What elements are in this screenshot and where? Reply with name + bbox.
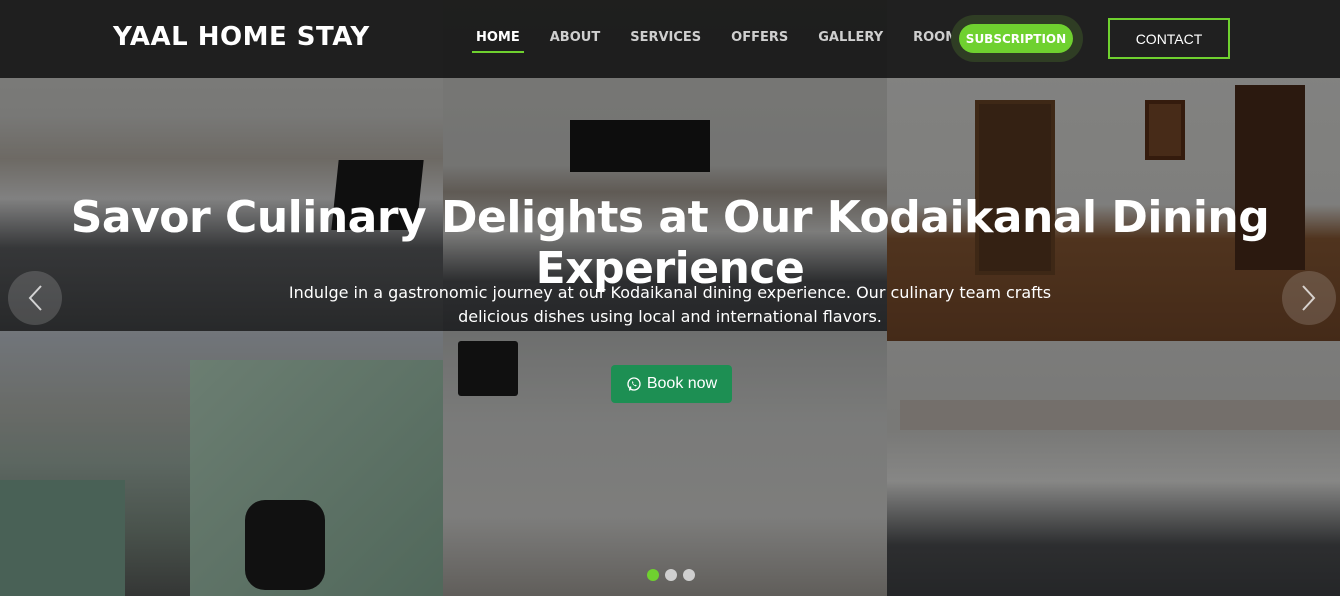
carousel-indicators	[647, 569, 695, 581]
nav-links: HOME ABOUT SERVICES OFFERS GALLERY ROOMS	[466, 28, 988, 53]
book-now-button[interactable]: Book now	[611, 365, 732, 403]
carousel-prev-button[interactable]	[8, 271, 62, 325]
carousel-dot-3[interactable]	[683, 569, 695, 581]
whatsapp-icon	[627, 377, 641, 391]
contact-button[interactable]: CONTACT	[1108, 18, 1230, 59]
subscription-button[interactable]: SUBSCRIPTION	[959, 24, 1073, 53]
chevron-left-icon	[28, 285, 42, 311]
book-now-label: Book now	[646, 375, 718, 392]
top-navbar: YAAL HOME STAY HOME ABOUT SERVICES OFFER…	[0, 0, 1340, 78]
brand-logo-text[interactable]: YAAL HOME STAY	[113, 22, 370, 52]
nav-link-home[interactable]: HOME	[466, 28, 530, 53]
hero-subtext: Indulge in a gastronomic journey at our …	[288, 283, 1052, 326]
nav-link-gallery[interactable]: GALLERY	[808, 28, 893, 53]
nav-link-offers[interactable]: OFFERS	[721, 28, 798, 53]
carousel-dot-1[interactable]	[647, 569, 659, 581]
nav-link-services[interactable]: SERVICES	[620, 28, 711, 53]
nav-link-about[interactable]: ABOUT	[540, 28, 610, 53]
chevron-right-icon	[1302, 285, 1316, 311]
carousel-dot-2[interactable]	[665, 569, 677, 581]
carousel-next-button[interactable]	[1282, 271, 1336, 325]
hero-headline: Savor Culinary Delights at Our Kodaikana…	[70, 192, 1270, 294]
